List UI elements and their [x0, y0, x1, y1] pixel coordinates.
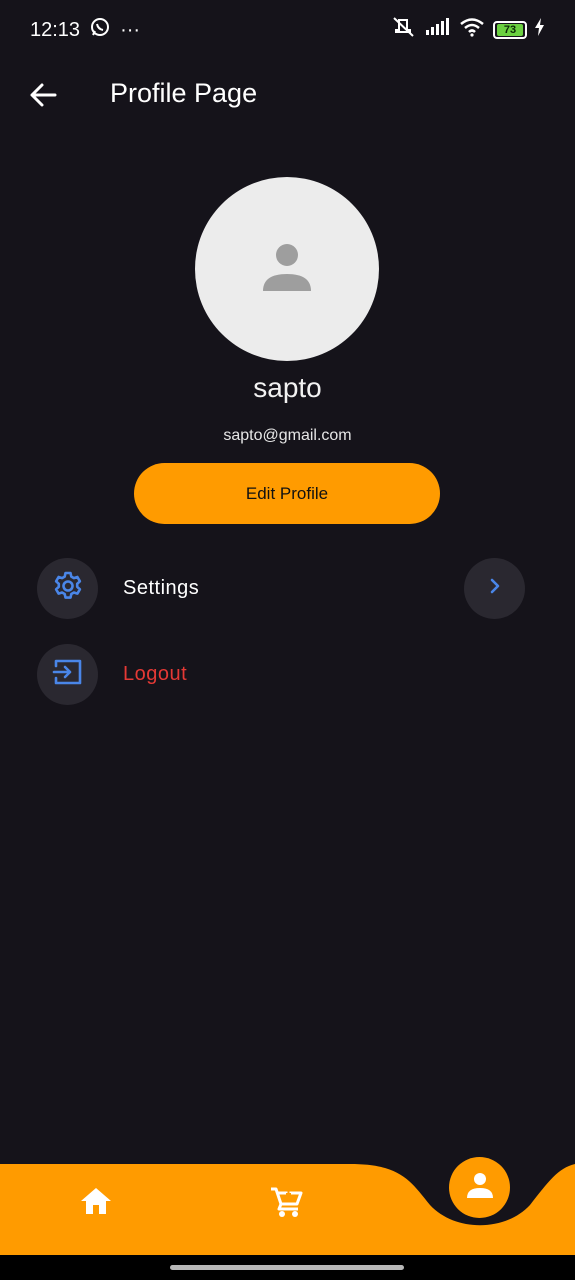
- logout-item[interactable]: Logout: [37, 644, 527, 706]
- nav-home[interactable]: [80, 1186, 112, 1221]
- logout-icon-tile: [37, 644, 98, 705]
- gear-icon: [52, 570, 84, 607]
- cart-icon: [270, 1187, 304, 1223]
- logout-icon: [52, 656, 84, 693]
- settings-chevron-button[interactable]: [464, 558, 525, 619]
- user-email: sapto@gmail.com: [223, 427, 352, 444]
- settings-icon-tile: [37, 558, 98, 619]
- nav-cart[interactable]: [270, 1185, 304, 1224]
- home-indicator[interactable]: [170, 1265, 404, 1270]
- mute-icon: [391, 16, 417, 44]
- charging-icon: [535, 18, 545, 42]
- avatar: [195, 177, 379, 361]
- signal-icon: [425, 18, 451, 42]
- person-icon: [259, 239, 315, 300]
- status-time: 12:13: [30, 18, 81, 41]
- status-left: 12:13 ···: [30, 17, 140, 43]
- whatsapp-icon: [90, 17, 110, 43]
- edit-profile-button[interactable]: Edit Profile: [134, 463, 440, 524]
- home-icon: [80, 1188, 112, 1220]
- logout-label: Logout: [123, 663, 188, 685]
- arrow-left-icon: [26, 83, 60, 116]
- battery-icon: 73: [493, 21, 527, 39]
- status-right: 73: [391, 16, 545, 44]
- wifi-icon: [459, 17, 485, 43]
- system-gesture-bar: [0, 1255, 575, 1280]
- settings-label: Settings: [123, 577, 200, 599]
- chevron-right-icon: [486, 577, 504, 600]
- user-name: sapto: [253, 372, 322, 403]
- person-icon: [465, 1170, 495, 1205]
- nav-profile[interactable]: [449, 1157, 510, 1218]
- page-title: Profile Page: [110, 78, 258, 108]
- back-button[interactable]: [26, 78, 60, 112]
- battery-level: 73: [497, 24, 523, 36]
- more-notifications: ···: [120, 18, 141, 41]
- app-bar: Profile Page: [0, 60, 575, 130]
- settings-item[interactable]: Settings: [37, 558, 527, 620]
- status-bar: 12:13 ··· 73: [0, 0, 575, 60]
